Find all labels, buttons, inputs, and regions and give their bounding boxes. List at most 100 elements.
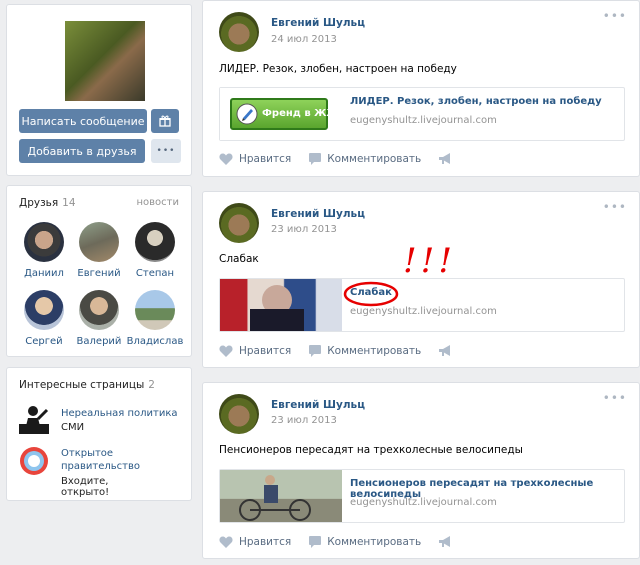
post-menu-button[interactable]: ••• xyxy=(603,9,627,23)
post-text: Слабак xyxy=(219,253,259,265)
gift-icon xyxy=(159,115,171,127)
comment-button[interactable]: Комментировать xyxy=(309,345,421,357)
comment-label: Комментировать xyxy=(327,536,422,548)
post-menu-button[interactable]: ••• xyxy=(603,391,627,405)
comment-icon xyxy=(309,536,322,548)
post-date[interactable]: 24 июл 2013 xyxy=(271,34,337,45)
share-button[interactable] xyxy=(439,153,459,165)
link-attachment[interactable]: Френд в ЖЖ! ЛИДЕР. Резок, злобен, настро… xyxy=(219,87,625,141)
author-avatar[interactable] xyxy=(219,12,259,52)
friend-avatar xyxy=(24,222,64,262)
post-author[interactable]: Евгений Шульц xyxy=(271,208,365,220)
post-actions: Нравится Комментировать xyxy=(219,535,477,549)
friend-name: Сергей xyxy=(25,336,63,347)
send-message-button[interactable]: Написать сообщение xyxy=(19,109,147,133)
post-actions: Нравится Комментировать xyxy=(219,152,477,166)
pages-title-text: Интересные страницы xyxy=(19,379,145,391)
profile-photo[interactable] xyxy=(65,21,145,101)
badge-text: Френд в ЖЖ! xyxy=(262,108,344,119)
link-preview-image xyxy=(220,279,342,331)
annotation-circle xyxy=(343,281,399,307)
friend-item[interactable]: Валерий xyxy=(69,290,129,347)
friends-title[interactable]: Друзья 14 xyxy=(19,197,76,209)
friends-card: Друзья 14 новости Даниил Евгений Степан С… xyxy=(6,185,192,357)
post-card: Евгений Шульц 24 июл 2013 ••• ЛИДЕР. Рез… xyxy=(202,0,640,177)
heart-icon xyxy=(219,153,233,165)
gift-button[interactable] xyxy=(151,109,179,133)
share-button[interactable] xyxy=(439,345,459,357)
friend-name: Владислав xyxy=(126,336,184,347)
friend-avatar xyxy=(24,290,64,330)
post-date[interactable]: 23 июл 2013 xyxy=(271,224,337,235)
like-label: Нравится xyxy=(239,536,292,548)
profile-card: Написать сообщение Добавить в друзья ••• xyxy=(6,4,192,176)
like-button[interactable]: Нравится xyxy=(219,345,291,357)
friends-news-link[interactable]: новости xyxy=(137,197,180,208)
friend-item[interactable]: Степан xyxy=(125,222,185,279)
friends-title-text: Друзья xyxy=(19,197,59,209)
post-card: Евгений Шульц 23 июл 2013 ••• Слабак !!!… xyxy=(202,191,640,368)
comment-button[interactable]: Комментировать xyxy=(309,536,421,548)
friend-item[interactable]: Даниил xyxy=(14,222,74,279)
post-actions: Нравится Комментировать xyxy=(219,344,477,358)
link-attachment[interactable]: Пенсионеров пересадят на трехколесные ве… xyxy=(219,469,625,523)
friend-name: Евгений xyxy=(77,268,121,279)
post-author[interactable]: Евгений Шульц xyxy=(271,17,365,29)
link-preview-image xyxy=(220,470,342,522)
link-domain: eugenyshultz.livejournal.com xyxy=(350,115,497,126)
link-attachment[interactable]: Слабак eugenyshultz.livejournal.com xyxy=(219,278,625,332)
post-text: Пенсионеров пересадят на трехколесные ве… xyxy=(219,444,523,456)
like-button[interactable]: Нравится xyxy=(219,153,291,165)
more-button[interactable]: ••• xyxy=(151,139,181,163)
comment-icon xyxy=(309,345,322,357)
friend-name: Даниил xyxy=(24,268,64,279)
post-date[interactable]: 23 июл 2013 xyxy=(271,415,337,426)
link-title[interactable]: ЛИДЕР. Резок, злобен, настроен на победу xyxy=(350,96,602,107)
friend-item[interactable]: Евгений xyxy=(69,222,129,279)
like-button[interactable]: Нравится xyxy=(219,536,291,548)
friend-avatar xyxy=(135,290,175,330)
author-avatar[interactable] xyxy=(219,394,259,434)
link-domain: eugenyshultz.livejournal.com xyxy=(350,497,497,508)
friend-avatar xyxy=(135,222,175,262)
comment-icon xyxy=(309,153,322,165)
pages-count: 2 xyxy=(148,379,155,391)
comment-button[interactable]: Комментировать xyxy=(309,153,421,165)
friend-item[interactable]: Сергей xyxy=(14,290,74,347)
post-text: ЛИДЕР. Резок, злобен, настроен на победу xyxy=(219,63,457,75)
comment-label: Комментировать xyxy=(327,153,422,165)
comment-label: Комментировать xyxy=(327,345,422,357)
page-name[interactable]: Открытое правительство xyxy=(61,447,181,473)
friends-count: 14 xyxy=(62,197,76,209)
page-subtitle: Входите, открыто! xyxy=(61,476,110,498)
friend-lj-badge: Френд в ЖЖ! xyxy=(230,98,343,130)
like-label: Нравится xyxy=(239,345,292,357)
share-button[interactable] xyxy=(439,536,459,548)
friend-item[interactable]: Владислав xyxy=(125,290,185,347)
page-subtitle: СМИ xyxy=(61,422,85,433)
friend-name: Валерий xyxy=(76,336,122,347)
like-label: Нравится xyxy=(239,153,292,165)
megaphone-icon xyxy=(439,536,451,547)
friend-avatar xyxy=(79,290,119,330)
page-icon xyxy=(19,446,49,476)
page-name[interactable]: Нереальная политика xyxy=(61,407,181,420)
page-icon xyxy=(19,404,49,434)
megaphone-icon xyxy=(439,153,451,164)
heart-icon xyxy=(219,345,233,357)
pages-title[interactable]: Интересные страницы 2 xyxy=(19,379,155,391)
megaphone-icon xyxy=(439,345,451,356)
friend-name: Степан xyxy=(135,268,175,279)
handwritten-annotation: !!! xyxy=(403,241,456,281)
add-friend-button[interactable]: Добавить в друзья xyxy=(19,139,145,163)
link-preview-image: Френд в ЖЖ! xyxy=(220,88,343,140)
post-card: Евгений Шульц 23 июл 2013 ••• Пенсионеро… xyxy=(202,382,640,559)
heart-icon xyxy=(219,536,233,548)
post-menu-button[interactable]: ••• xyxy=(603,200,627,214)
friend-avatar xyxy=(79,222,119,262)
lj-pencil-icon xyxy=(236,103,258,125)
author-avatar[interactable] xyxy=(219,203,259,243)
interesting-pages-card: Интересные страницы 2 Нереальная политика… xyxy=(6,367,192,501)
post-author[interactable]: Евгений Шульц xyxy=(271,399,365,411)
link-domain: eugenyshultz.livejournal.com xyxy=(350,306,497,317)
